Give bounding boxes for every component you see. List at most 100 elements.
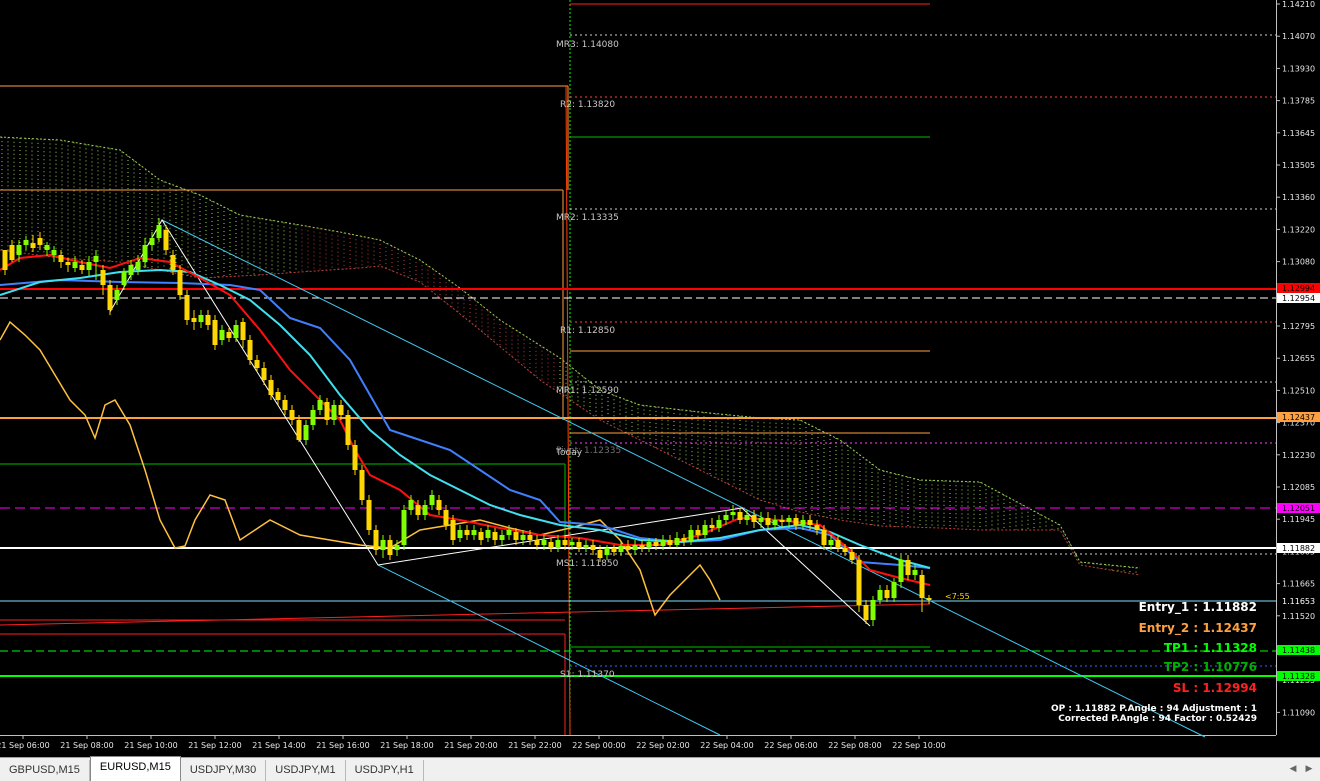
- price-chart[interactable]: MR3: 1.14080 R2: 1.13820 MR2: 1.13335 R1…: [0, 0, 1320, 757]
- candle-body: [79, 265, 85, 270]
- candle-body: [380, 540, 386, 550]
- candle-body: [695, 530, 701, 535]
- candle-body: [240, 322, 246, 340]
- candle-body: [184, 295, 190, 320]
- price-tags: 1.129941.12954 1.12437 1.12051 1.11882 1.116…: [1277, 283, 1320, 681]
- candle-body: [842, 548, 848, 552]
- candle-body: [128, 265, 134, 275]
- candle-body: [436, 500, 442, 510]
- time-tick-label: 21 Sep 16:00: [316, 741, 369, 750]
- time-tick-label: 22 Sep 04:00: [700, 741, 753, 750]
- time-tick-label: 21 Sep 08:00: [60, 741, 113, 750]
- trade-levels: [0, 0, 1276, 736]
- candle-body: [303, 425, 309, 440]
- candle-body: [247, 340, 253, 360]
- candle-body: [191, 318, 197, 322]
- price-tag-label: 1.11653: [1282, 597, 1315, 606]
- candle-body: [520, 535, 526, 540]
- time-tick-label: 22 Sep 00:00: [572, 741, 625, 750]
- price-tick-label: 1.14210: [1282, 0, 1315, 9]
- candle-body: [443, 510, 449, 525]
- candle-body: [86, 262, 92, 270]
- corrected-info-text: Corrected P.Angle : 94 Factor : 0.52429: [1058, 714, 1257, 724]
- price-tick-label: 1.14070: [1282, 32, 1315, 41]
- candle-body: [429, 495, 435, 505]
- candle-body: [450, 520, 456, 540]
- candle-body: [877, 590, 883, 600]
- candle-body: [625, 546, 631, 550]
- candle-body: [338, 405, 344, 415]
- candle-body: [674, 538, 680, 545]
- tab-eurusd-m15[interactable]: EURUSD,M15: [89, 756, 181, 781]
- candle-body: [751, 515, 757, 522]
- price-tag-label: 1.11882: [1282, 544, 1315, 553]
- candle-body: [863, 605, 869, 620]
- tab-usdjpy-h1[interactable]: USDJPY,H1: [346, 760, 424, 781]
- price-tag-label: 1.11328: [1282, 672, 1315, 681]
- candle-body: [9, 245, 15, 260]
- time-tick-label: 21 Sep 20:00: [444, 741, 497, 750]
- candle-body: [107, 285, 113, 310]
- time-tick-label: 21 Sep 10:00: [124, 741, 177, 750]
- candle-body: [233, 325, 239, 338]
- chikou-span: [0, 320, 721, 617]
- candle-body: [72, 262, 78, 268]
- candle-body: [807, 520, 813, 525]
- candle-body: [758, 518, 764, 522]
- candle-body: [282, 400, 288, 410]
- chart-area[interactable]: MR3: 1.14080 R2: 1.13820 MR2: 1.13335 R1…: [0, 0, 1320, 757]
- entry1-text: Entry_1 : 1.11882: [1139, 600, 1257, 615]
- candle-body: [121, 272, 127, 285]
- candle-body: [149, 238, 155, 245]
- price-tick-label: 1.11090: [1282, 708, 1315, 717]
- tab-usdjpy-m30[interactable]: USDJPY,M30: [181, 760, 267, 781]
- candle-body: [345, 415, 351, 445]
- candle-body: [898, 560, 904, 582]
- price-tag-label: 1.12994: [1282, 284, 1315, 293]
- candle-body: [394, 545, 400, 550]
- candle-body: [555, 540, 561, 548]
- price-tag-label: 1.12437: [1282, 413, 1315, 422]
- candle-body: [324, 402, 330, 420]
- tab-scroll-buttons: ◀ ▶: [1286, 762, 1316, 776]
- candle-body: [65, 262, 71, 265]
- candle-body: [170, 255, 176, 270]
- candle-body: [513, 532, 519, 540]
- candle-body: [408, 500, 414, 510]
- price-tick-label: 1.12795: [1282, 322, 1315, 331]
- candle-body: [261, 368, 267, 380]
- price-tag-label: 1.12051: [1282, 504, 1315, 513]
- candle-body: [534, 540, 540, 545]
- candle-body: [786, 518, 792, 522]
- time-tick-label: 22 Sep 10:00: [892, 741, 945, 750]
- chart-tabs-bar: GBPUSD,M15 EURUSD,M15 USDJPY,M30 USDJPY,…: [0, 756, 1320, 781]
- candlesticks: [2, 218, 932, 626]
- candle-body: [604, 548, 610, 555]
- candle-body: [422, 505, 428, 515]
- price-axis[interactable]: 1.14210 1.14070 1.13930 1.13785 1.13645 1.135…: [1276, 0, 1315, 717]
- scroll-right-icon[interactable]: ▶: [1302, 762, 1316, 776]
- time-tick-label: 21 Sep 22:00: [508, 741, 561, 750]
- candle-body: [688, 530, 694, 542]
- pivot-label-pivot: Pivot: 1.12335: [556, 446, 621, 456]
- candle-body: [611, 548, 617, 552]
- tab-usdjpy-m1[interactable]: USDJPY,M1: [266, 760, 346, 781]
- candle-body: [30, 243, 36, 248]
- candle-body: [919, 575, 925, 598]
- price-tick-label: 1.11665: [1282, 580, 1315, 589]
- tab-gbpusd-m15[interactable]: GBPUSD,M15: [0, 760, 90, 781]
- candle-body: [331, 405, 337, 420]
- candle-body: [821, 530, 827, 545]
- candle-body: [177, 270, 183, 295]
- scroll-left-icon[interactable]: ◀: [1286, 762, 1300, 776]
- candle-body: [527, 535, 533, 540]
- candle-body: [730, 512, 736, 515]
- time-axis[interactable]: 21 Sep 06:00 21 Sep 08:00 21 Sep 10:00 21 S…: [0, 735, 946, 750]
- candle-body: [23, 240, 29, 245]
- candle-body: [37, 238, 43, 245]
- candle-body: [541, 540, 547, 545]
- candle-body: [660, 540, 666, 546]
- candle-body: [359, 470, 365, 500]
- pivot-label-mr2: MR2: 1.13335: [556, 213, 619, 223]
- candle-body: [793, 518, 799, 525]
